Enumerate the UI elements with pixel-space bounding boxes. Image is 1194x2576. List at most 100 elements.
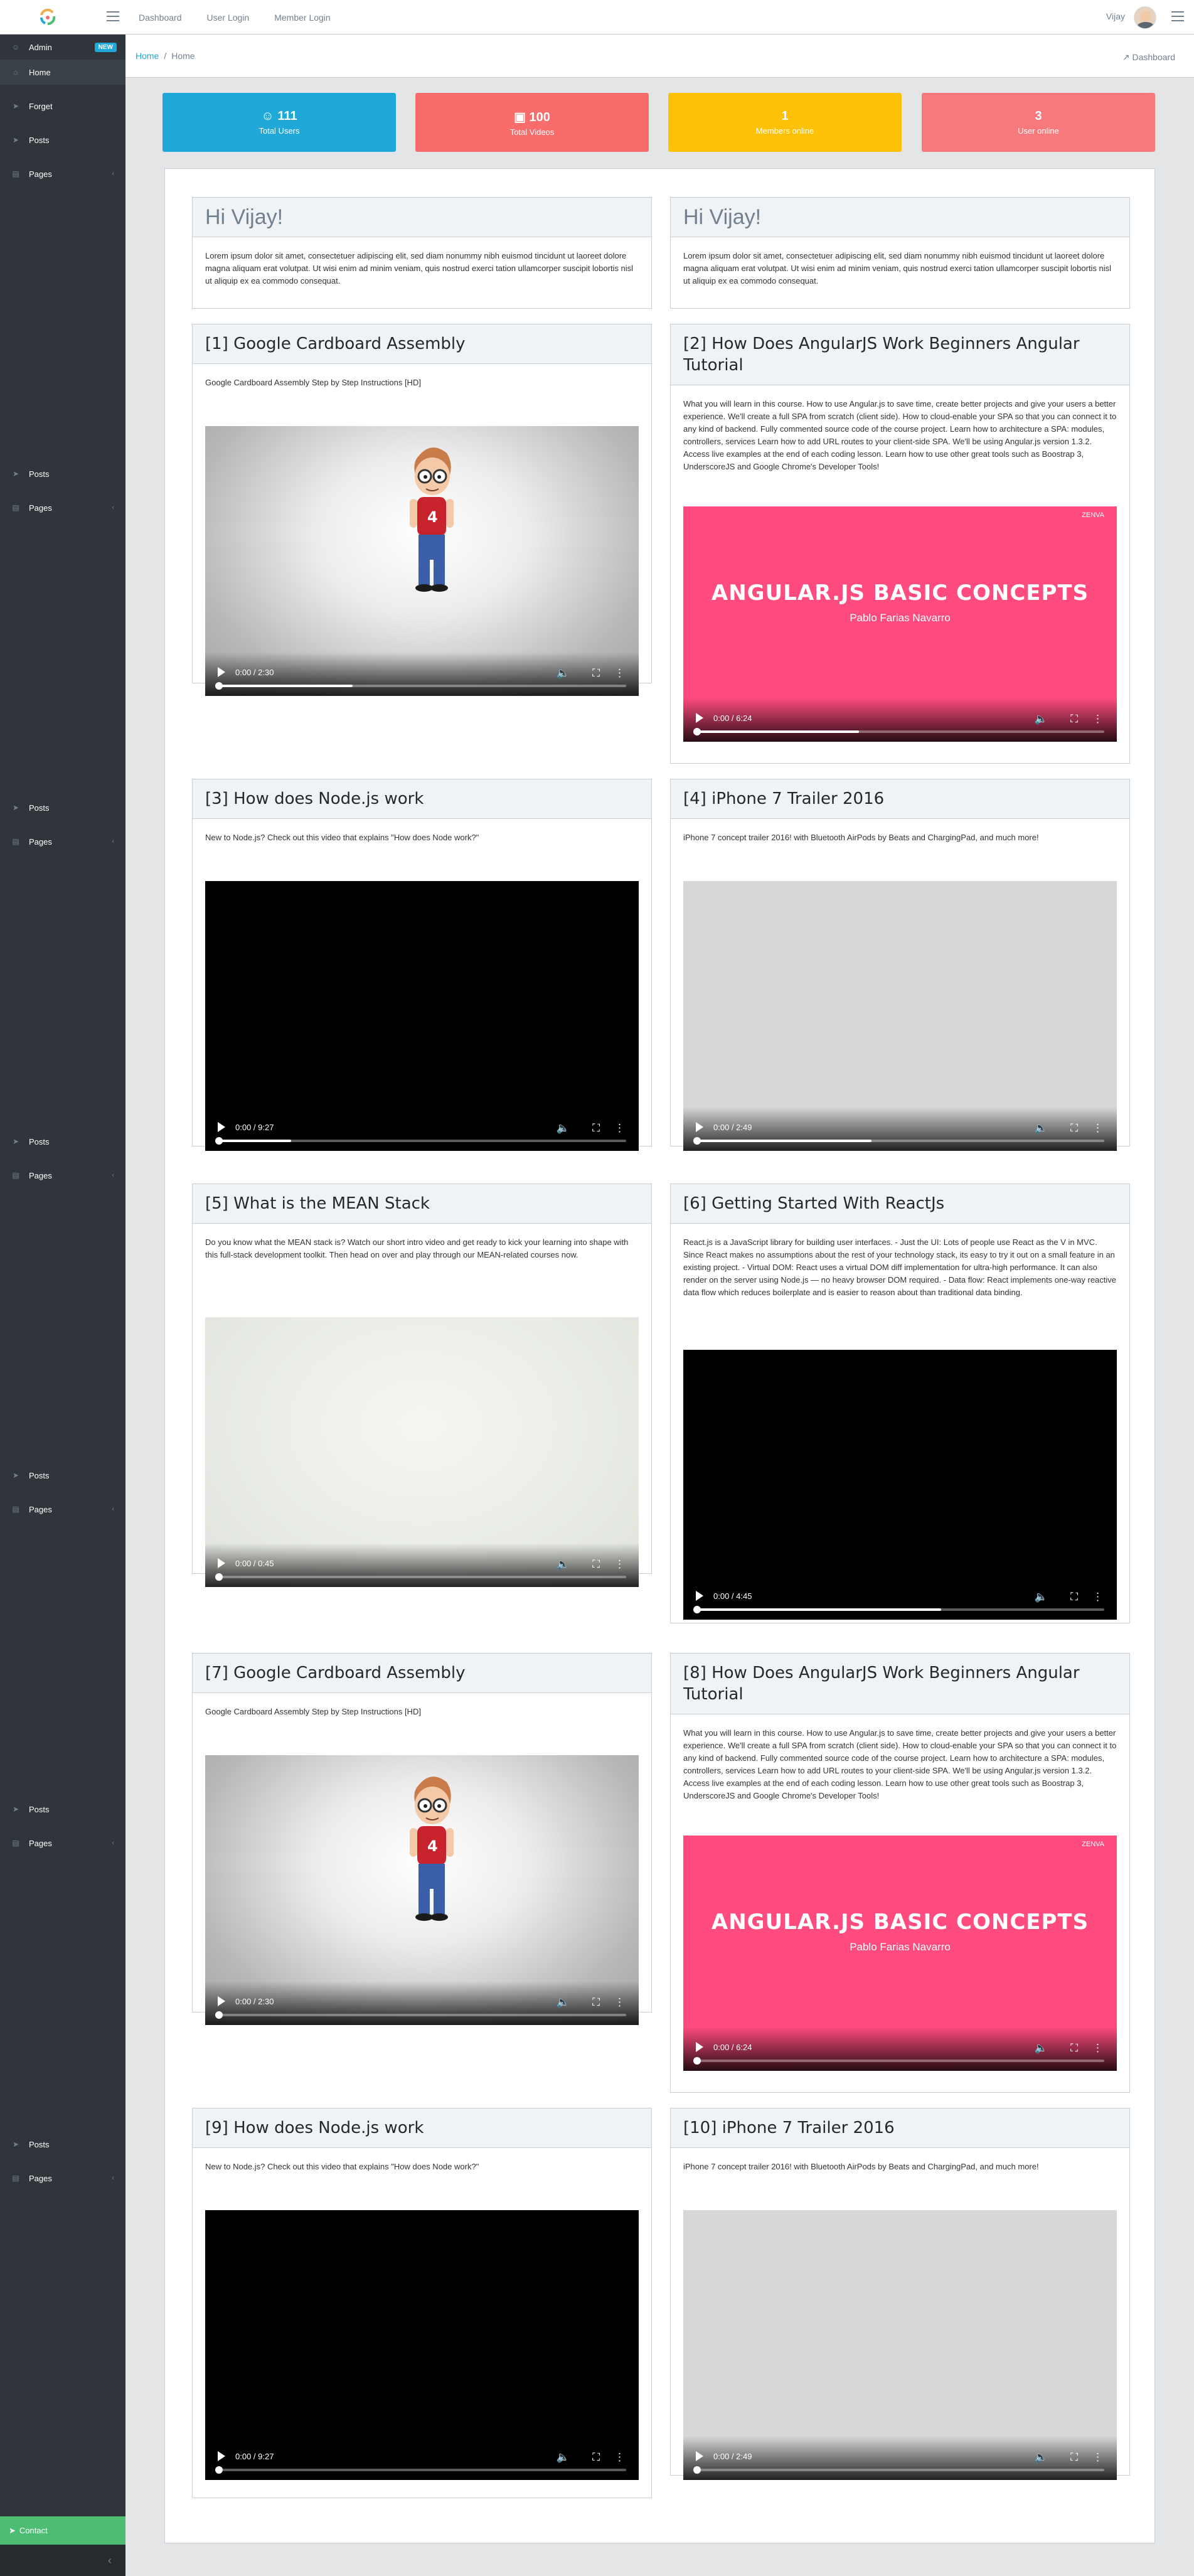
play-icon[interactable] (218, 1996, 225, 2006)
sidebar-item-pages[interactable]: ▤ Pages ‹ (0, 1830, 125, 1856)
play-icon[interactable] (696, 713, 703, 723)
video-progress-handle[interactable] (693, 2466, 701, 2474)
video-progress-handle[interactable] (693, 728, 701, 735)
breadcrumb-dashboard-link[interactable]: ↗ Dashboard (1122, 52, 1175, 63)
video-player[interactable]: 4 0:00 / 2:30 🔈 ⛶ ⋮ (205, 426, 639, 696)
volume-icon[interactable]: 🔈 (1035, 2451, 1048, 2464)
sidebar-item-posts[interactable]: ➤ Posts (0, 2132, 125, 2157)
video-progress-handle[interactable] (693, 1606, 701, 1613)
volume-icon[interactable]: 🔈 (1035, 713, 1048, 725)
video-progress-handle[interactable] (215, 2011, 223, 2019)
volume-icon[interactable]: 🔈 (557, 1558, 570, 1571)
sidebar-item-pages[interactable]: ▤ Pages ‹ (0, 1163, 125, 1188)
fullscreen-icon[interactable]: ⛶ (1070, 1122, 1078, 1135)
video-progress-track[interactable] (215, 2466, 626, 2474)
video-progress-track[interactable] (693, 1137, 1104, 1145)
video-player[interactable]: 0:00 / 4:45 🔈 ⛶ ⋮ (683, 1350, 1117, 1620)
sidebar-item-forget[interactable]: ➤ Forget (0, 94, 125, 119)
volume-icon[interactable]: 🔈 (557, 2451, 570, 2464)
video-player[interactable]: 0:00 / 9:27 🔈 ⛶ ⋮ (205, 881, 639, 1151)
video-progress-handle[interactable] (215, 682, 223, 690)
sidebar-minimize-button[interactable]: ‹ (0, 2545, 125, 2576)
video-player[interactable]: ZENVA ANGULAR.JS BASIC CONCEPTS Pablo Fa… (683, 1836, 1117, 2071)
video-progress-track[interactable] (693, 2057, 1104, 2065)
volume-icon[interactable]: 🔈 (557, 667, 570, 680)
sidebar-toggle-button[interactable] (107, 11, 119, 21)
video-progress-handle[interactable] (215, 1573, 223, 1581)
play-icon[interactable] (218, 1122, 225, 1132)
more-options-icon[interactable]: ⋮ (1092, 713, 1103, 725)
more-options-icon[interactable]: ⋮ (614, 667, 625, 680)
fullscreen-icon[interactable]: ⛶ (592, 1996, 600, 2009)
sidebar-item-pages[interactable]: ▤ Pages ‹ (0, 829, 125, 854)
fullscreen-icon[interactable]: ⛶ (592, 2451, 600, 2464)
sidebar-item-posts[interactable]: ➤ Posts (0, 127, 125, 152)
video-progress-track[interactable] (693, 728, 1104, 735)
more-options-icon[interactable]: ⋮ (1092, 1122, 1103, 1135)
sidebar-item-posts[interactable]: ➤ Posts (0, 1797, 125, 1822)
play-icon[interactable] (218, 2451, 225, 2461)
video-progress-handle[interactable] (215, 1137, 223, 1145)
video-progress-track[interactable] (693, 1606, 1104, 1613)
fullscreen-icon[interactable]: ⛶ (1070, 2042, 1078, 2055)
nav-link-dashboard[interactable]: Dashboard (139, 13, 182, 23)
video-progress-handle[interactable] (215, 2466, 223, 2474)
video-progress-track[interactable] (215, 1573, 626, 1581)
video-progress-track[interactable] (693, 2466, 1104, 2474)
video-progress-track[interactable] (215, 1137, 626, 1145)
stat-value: 100 (529, 110, 550, 124)
play-icon[interactable] (696, 1122, 703, 1132)
sidebar-item-pages[interactable]: ▤ Pages ‹ (0, 161, 125, 186)
video-player[interactable]: 0:00 / 2:49 🔈 ⛶ ⋮ (683, 881, 1117, 1151)
fullscreen-icon[interactable]: ⛶ (592, 667, 600, 680)
nav-link-user-login[interactable]: User Login (207, 13, 250, 23)
sidebar-item-posts[interactable]: ➤ Posts (0, 795, 125, 820)
app-logo-icon[interactable] (39, 9, 56, 26)
video-progress-track[interactable] (215, 682, 626, 690)
play-icon[interactable] (218, 1558, 225, 1568)
avatar[interactable] (1134, 6, 1156, 29)
volume-icon[interactable]: 🔈 (557, 1996, 570, 2009)
sidebar-item-home[interactable]: ⌂ Home (0, 60, 125, 85)
paper-plane-icon: ➤ (12, 136, 19, 144)
more-options-icon[interactable]: ⋮ (1092, 2451, 1103, 2464)
sidebar-item-posts[interactable]: ➤ Posts (0, 461, 125, 486)
volume-icon[interactable]: 🔈 (1035, 2042, 1048, 2055)
fullscreen-icon[interactable]: ⛶ (1070, 1591, 1078, 1603)
fullscreen-icon[interactable]: ⛶ (592, 1558, 600, 1571)
sidebar-item-posts[interactable]: ➤ Posts (0, 1463, 125, 1488)
sidebar-item-pages[interactable]: ▤ Pages ‹ (0, 2166, 125, 2191)
volume-icon[interactable]: 🔈 (557, 1122, 570, 1135)
volume-icon[interactable]: 🔈 (1035, 1122, 1048, 1135)
video-player[interactable]: 4 0:00 / 2:30 🔈 ⛶ ⋮ (205, 1755, 639, 2025)
nav-link-member-login[interactable]: Member Login (274, 13, 331, 23)
aside-toggle-button[interactable] (1171, 11, 1184, 21)
video-progress-handle[interactable] (693, 2057, 701, 2065)
fullscreen-icon[interactable]: ⛶ (1070, 713, 1078, 725)
fullscreen-icon[interactable]: ⛶ (1070, 2451, 1078, 2464)
sidebar-item-admin[interactable]: ☺ Admin NEW (0, 35, 125, 60)
sidebar-item-pages[interactable]: ▤ Pages ‹ (0, 495, 125, 520)
fullscreen-icon[interactable]: ⛶ (592, 1122, 600, 1135)
video-player[interactable]: 0:00 / 9:27 🔈 ⛶ ⋮ (205, 2210, 639, 2480)
volume-icon[interactable]: 🔈 (1035, 1591, 1048, 1603)
play-icon[interactable] (696, 1591, 703, 1601)
sidebar-item-pages[interactable]: ▤ Pages ‹ (0, 1497, 125, 1522)
video-player[interactable]: 0:00 / 0:45 🔈 ⛶ ⋮ (205, 1317, 639, 1587)
sidebar-item-posts[interactable]: ➤ Posts (0, 1129, 125, 1154)
more-options-icon[interactable]: ⋮ (1092, 2042, 1103, 2055)
more-options-icon[interactable]: ⋮ (1092, 1591, 1103, 1603)
play-icon[interactable] (696, 2042, 703, 2052)
video-player[interactable]: 0:00 / 2:49 🔈 ⛶ ⋮ (683, 2210, 1117, 2480)
play-icon[interactable] (218, 667, 225, 677)
video-progress-handle[interactable] (693, 1137, 701, 1145)
more-options-icon[interactable]: ⋮ (614, 1558, 625, 1571)
breadcrumb-home-link[interactable]: Home (136, 51, 159, 61)
play-icon[interactable] (696, 2451, 703, 2461)
video-player[interactable]: ZENVA ANGULAR.JS BASIC CONCEPTS Pablo Fa… (683, 506, 1117, 742)
sidebar-contact-button[interactable]: ➤ Contact (0, 2516, 125, 2545)
more-options-icon[interactable]: ⋮ (614, 1122, 625, 1135)
more-options-icon[interactable]: ⋮ (614, 1996, 625, 2009)
more-options-icon[interactable]: ⋮ (614, 2451, 625, 2464)
video-progress-track[interactable] (215, 2011, 626, 2019)
